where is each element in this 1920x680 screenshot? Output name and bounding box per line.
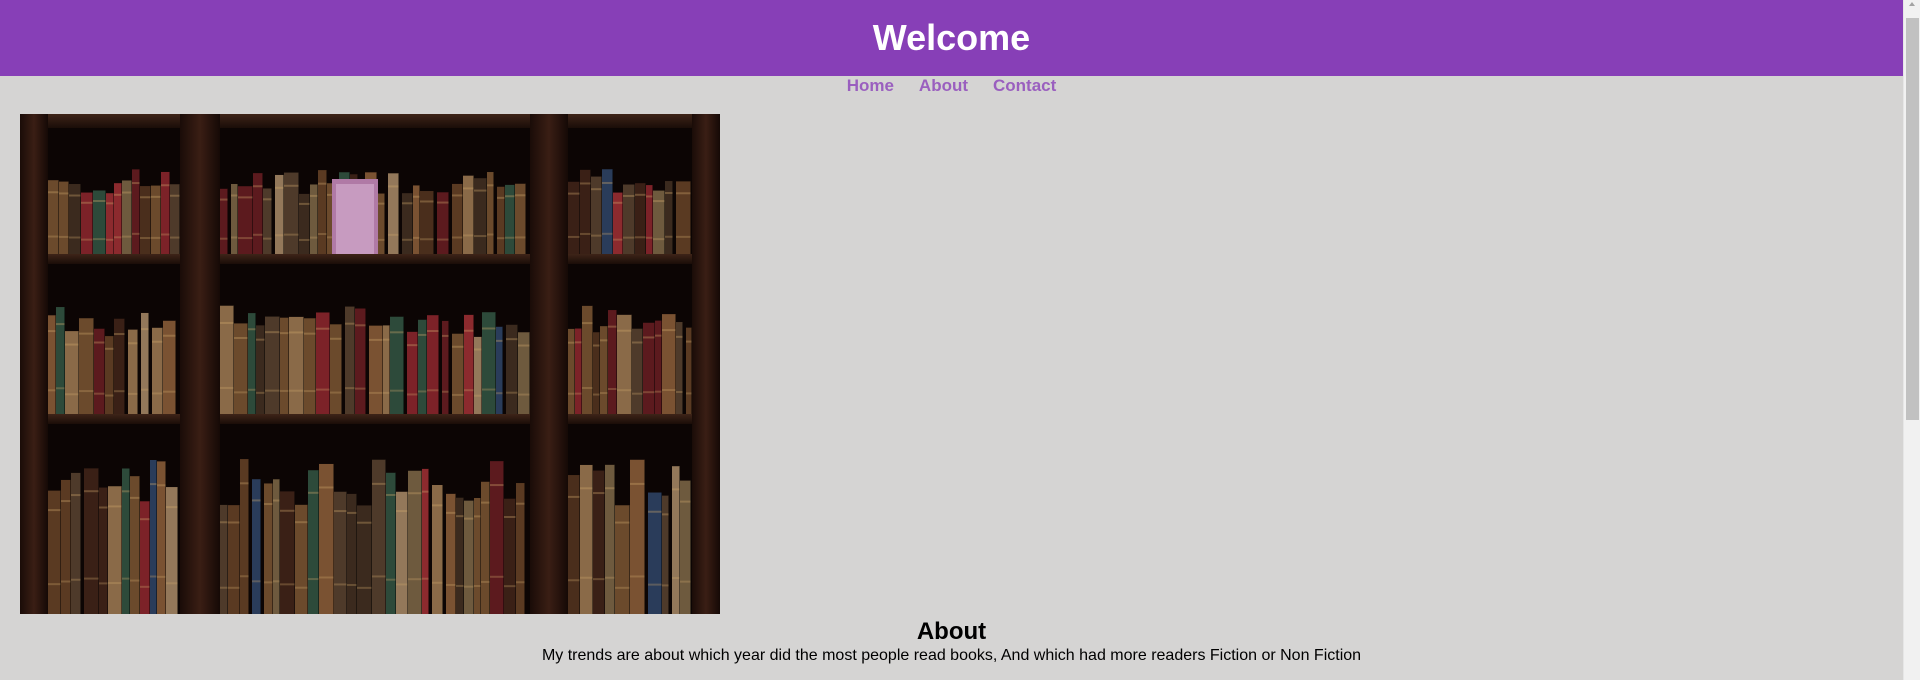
main-nav: Home About Contact xyxy=(0,75,1903,97)
about-section: About My trends are about which year did… xyxy=(0,618,1903,666)
header-banner: Welcome xyxy=(0,0,1903,76)
page-title: Welcome xyxy=(872,17,1031,58)
scrollbar-thumb[interactable] xyxy=(1906,18,1919,420)
bookshelf-illustration xyxy=(20,114,720,614)
bookshelf-image xyxy=(20,114,720,614)
vertical-scrollbar[interactable] xyxy=(1903,0,1920,680)
nav-link-contact[interactable]: Contact xyxy=(993,76,1056,96)
page: Welcome Home About Contact About My tren… xyxy=(0,0,1920,680)
scroll-up-arrow-icon[interactable] xyxy=(1909,2,1915,6)
nav-link-about[interactable]: About xyxy=(919,76,968,96)
about-text: My trends are about which year did the m… xyxy=(541,647,1362,664)
about-heading: About xyxy=(916,618,987,645)
nav-link-home[interactable]: Home xyxy=(847,76,894,96)
